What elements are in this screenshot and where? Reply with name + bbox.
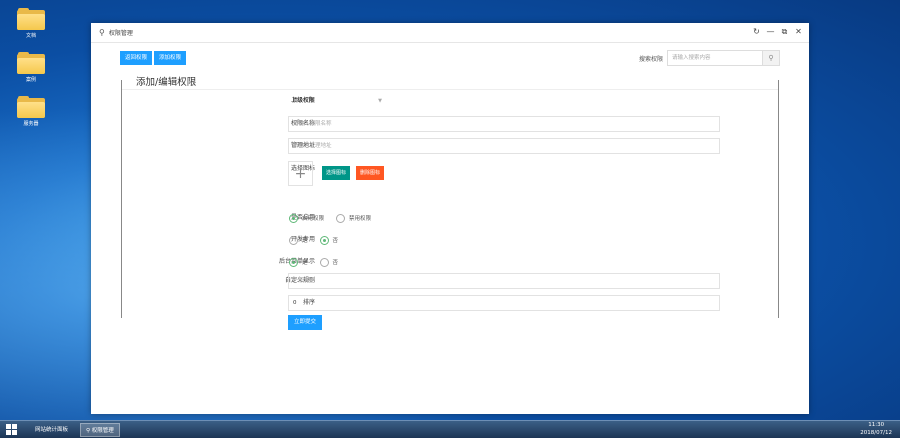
taskbar-item-stats[interactable]: 网站统计面板 xyxy=(30,423,73,437)
folder-icon xyxy=(17,8,45,30)
url-input[interactable]: 请输入管理地址 xyxy=(288,138,720,154)
close-icon[interactable]: ✕ xyxy=(794,27,803,37)
search-label: 搜索权限 xyxy=(638,55,663,63)
window-title: 权限管理 xyxy=(108,30,133,37)
icon-preview[interactable]: + xyxy=(288,161,313,186)
row-menu: 后台菜单显示 是 否 xyxy=(122,254,780,270)
sort-input[interactable]: 0 xyxy=(288,295,720,311)
desktop-icon-label: 服务器 xyxy=(23,121,39,127)
start-button[interactable] xyxy=(6,424,18,436)
row-icon: 选择图标 + 选择图标 删除图标 xyxy=(122,161,780,187)
folder-icon xyxy=(17,96,45,118)
search-area: 搜索权限 请输入搜索内容 ⚲ xyxy=(639,50,780,66)
form-title: 添加/编辑权限 xyxy=(136,77,197,88)
dev-radio-group: 是 否 xyxy=(289,232,350,248)
desktop-icon-server[interactable]: 服务器 xyxy=(14,96,48,127)
clock-date: 2018/07/12 xyxy=(860,430,892,436)
minimize-icon[interactable]: — xyxy=(766,27,775,37)
key-icon: ⚲ xyxy=(99,28,105,37)
row-url: 管理地址 请输入管理地址 xyxy=(122,138,780,154)
row-submit: 立即提交 xyxy=(122,315,780,331)
rule-input[interactable]: 一般为空 xyxy=(288,273,720,289)
folder-icon xyxy=(17,52,45,74)
search-input[interactable]: 请输入搜索内容 xyxy=(667,50,763,66)
chevron-down-icon: ▼ xyxy=(378,98,382,104)
search-button[interactable]: ⚲ xyxy=(763,50,780,66)
row-dev: 开发专用 是 否 xyxy=(122,232,780,248)
restore-icon[interactable]: ⧉ xyxy=(780,27,789,37)
row-sort: 排序 0 xyxy=(122,295,780,311)
taskbar-item-label: 权限管理 xyxy=(91,428,114,434)
radio-disable[interactable]: 禁用权限 xyxy=(336,213,372,223)
form-panel: 添加/编辑权限 上级权限 顶级权限 ▼ 权限名称 请输入权限名称 管理地址 请输… xyxy=(121,77,780,330)
parent-select-value: 顶级权限 xyxy=(292,98,315,104)
radio-label: 是 xyxy=(302,260,308,266)
row-enable: 是否启用 启用权限 禁用权限 xyxy=(122,210,780,226)
taskbar-item-permissions[interactable]: ⚲ 权限管理 xyxy=(80,423,120,437)
clock-time: 11:30 xyxy=(868,422,885,428)
radio-label: 禁用权限 xyxy=(349,216,372,222)
window-controls: ↻ — ⧉ ✕ xyxy=(752,27,803,37)
desktop-icon-label: 文档 xyxy=(25,33,36,39)
row-name: 权限名称 请输入权限名称 xyxy=(122,116,780,132)
parent-select[interactable]: 顶级权限 ▼ xyxy=(288,93,386,109)
radio-label: 否 xyxy=(332,238,339,244)
name-input[interactable]: 请输入权限名称 xyxy=(288,116,720,132)
radio-dev-yes[interactable]: 是 xyxy=(289,235,308,245)
clock[interactable]: 11:30 2018/07/12 xyxy=(860,421,892,437)
desktop-icon-cases[interactable]: 案例 xyxy=(14,52,48,83)
toolbar: 返回权限 添加权限 xyxy=(120,51,187,65)
submit-button[interactable]: 立即提交 xyxy=(288,315,323,330)
select-icon-button[interactable]: 选择图标 xyxy=(322,166,351,180)
back-button[interactable]: 返回权限 xyxy=(120,51,153,65)
taskbar: 网站统计面板 ⚲ 权限管理 11:30 2018/07/12 xyxy=(0,420,900,438)
menu-radio-group: 是 否 xyxy=(289,254,350,270)
radio-label: 启用权限 xyxy=(302,216,325,222)
window-titlebar[interactable]: ⚲ 权限管理 ↻ — ⧉ ✕ xyxy=(91,23,809,43)
radio-menu-yes[interactable]: 是 xyxy=(289,257,308,267)
radio-enable[interactable]: 启用权限 xyxy=(289,213,325,223)
app-window: ⚲ 权限管理 ↻ — ⧉ ✕ 返回权限 添加权限 搜索权限 请输入搜索内容 ⚲ … xyxy=(91,23,809,414)
plus-icon: + xyxy=(294,165,307,182)
desktop-icon-docs[interactable]: 文档 xyxy=(14,8,48,39)
search-icon: ⚲ xyxy=(768,54,774,62)
radio-menu-no[interactable]: 否 xyxy=(319,257,339,267)
divider xyxy=(122,89,778,90)
desktop-icon-label: 案例 xyxy=(25,77,36,83)
add-permission-button[interactable]: 添加权限 xyxy=(154,51,187,65)
row-rule: 自定义规则 一般为空 xyxy=(122,273,780,289)
delete-icon-button[interactable]: 删除图标 xyxy=(356,166,385,180)
refresh-icon[interactable]: ↻ xyxy=(752,27,761,37)
radio-label: 否 xyxy=(332,260,339,266)
radio-dev-no[interactable]: 否 xyxy=(319,235,339,245)
row-parent: 上级权限 顶级权限 ▼ xyxy=(122,93,780,109)
radio-label: 是 xyxy=(302,238,308,244)
enable-radio-group: 启用权限 禁用权限 xyxy=(289,210,383,226)
